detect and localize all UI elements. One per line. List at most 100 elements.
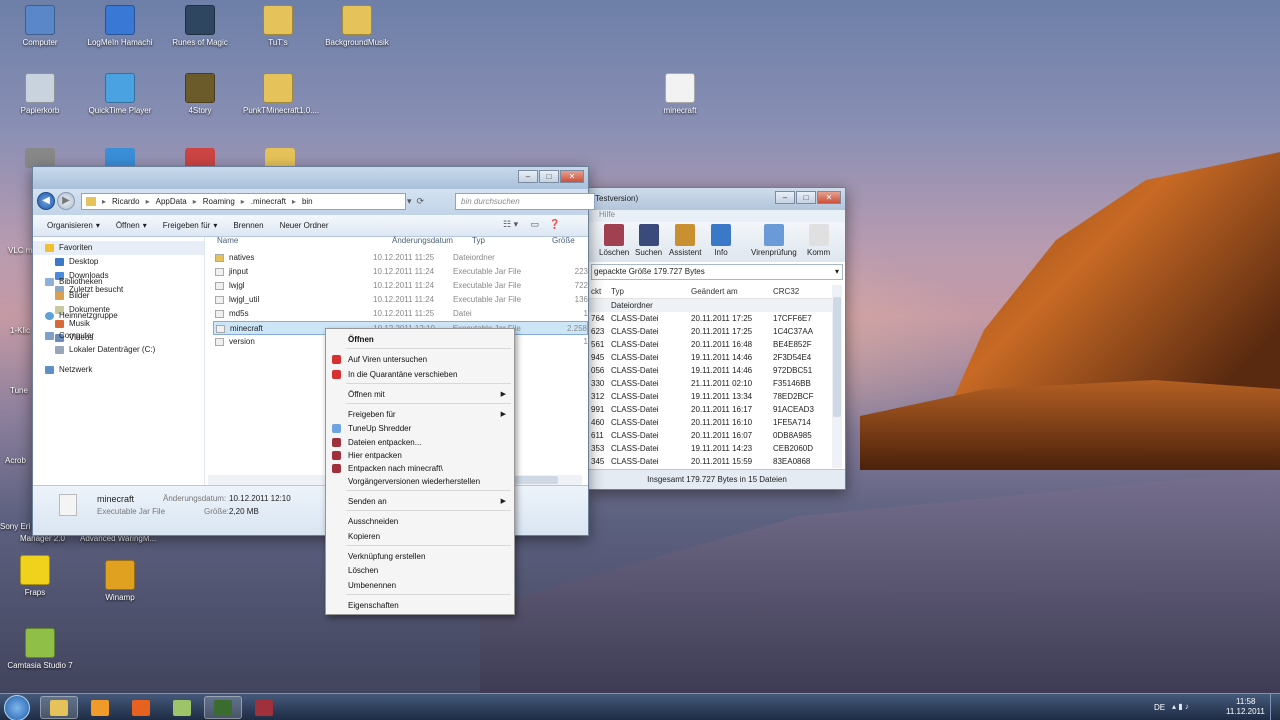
toolbar-button-3[interactable]: Brennen: [233, 221, 263, 230]
archiver-row[interactable]: 312 CLASS-Datei 19.11.2011 13:34 78ED2BCF: [589, 390, 829, 403]
desktop-partial-label[interactable]: Tune: [10, 386, 28, 395]
archiver-column-header[interactable]: Typ: [611, 287, 624, 296]
taskbar-app-notepad-folder[interactable]: [163, 696, 201, 719]
archiver-row[interactable]: 611 CLASS-Datei 20.11.2011 16:07 0DB8A985: [589, 429, 829, 442]
column-header[interactable]: Änderungsdatum: [392, 233, 453, 249]
clock-time[interactable]: 11:58: [1236, 697, 1255, 706]
taskbar-app-archiver[interactable]: [245, 696, 283, 719]
archiver-row[interactable]: 623 CLASS-Datei 20.11.2011 17:25 1C4C37AA: [589, 325, 829, 338]
clock-date[interactable]: 11.12.2011: [1226, 707, 1265, 716]
archiver-row[interactable]: 345 CLASS-Datei 20.11.2011 15:59 83EA0868: [589, 455, 829, 468]
desktop-icon-1[interactable]: LogMeIn Hamachi: [85, 5, 155, 47]
desktop-icon-11[interactable]: Winamp: [85, 560, 155, 602]
desktop-icon-8[interactable]: PunkTMinecraft1.0....: [243, 73, 319, 115]
desktop-icon-5[interactable]: Papierkorb: [5, 73, 75, 115]
file-row[interactable]: lwjgl_util 10.12.2011 11:24 Executable Jar…: [213, 293, 588, 307]
column-header[interactable]: Größe: [552, 233, 575, 249]
context-menu-item[interactable]: Eigenschaften: [348, 601, 399, 610]
taskbar-app-media-player[interactable]: [81, 696, 119, 719]
context-menu-item[interactable]: Verknüpfung erstellen: [348, 552, 425, 561]
desktop-icon-7[interactable]: 4Story: [165, 73, 235, 115]
archiver-row[interactable]: 991 CLASS-Datei 20.11.2011 16:17 91ACEAD3: [589, 403, 829, 416]
archiver-tool-button[interactable]: Komm: [807, 224, 830, 257]
archiver-tool-button[interactable]: Assistent: [669, 224, 701, 257]
forward-button[interactable]: ▶: [57, 192, 75, 210]
search-input[interactable]: bin durchsuchen: [455, 193, 595, 210]
context-menu-item[interactable]: In die Quarantäne verschieben: [348, 370, 457, 379]
desktop-icon-partial[interactable]: [265, 148, 295, 168]
archiver-tool-button[interactable]: Löschen: [599, 224, 629, 257]
nav-item[interactable]: Desktop: [33, 255, 204, 269]
archiver-column-header[interactable]: CRC32: [773, 287, 799, 296]
context-menu-item[interactable]: Öffnen mit: [348, 390, 385, 399]
context-menu-item[interactable]: Öffnen: [348, 335, 374, 344]
show-desktop-button[interactable]: [1270, 694, 1280, 720]
context-menu-item[interactable]: Kopieren: [348, 532, 380, 541]
breadcrumb-item[interactable]: bin: [302, 194, 313, 209]
archiver-row[interactable]: 056 CLASS-Datei 19.11.2011 14:46 972DBC51: [589, 364, 829, 377]
desktop-icon-partial[interactable]: [105, 148, 135, 168]
context-menu-item[interactable]: Auf Viren untersuchen: [348, 355, 427, 364]
archiver-menu[interactable]: Hilfe: [589, 210, 845, 222]
archiver-row[interactable]: 945 CLASS-Datei 19.11.2011 14:46 2F3D54E4: [589, 351, 829, 364]
taskbar-app-firefox[interactable]: [122, 696, 160, 719]
breadcrumb-item[interactable]: .minecraft: [251, 194, 286, 209]
nav-computer[interactable]: Computer: [33, 329, 204, 343]
file-row[interactable]: md5s 10.12.2011 11:25 Datei 1: [213, 307, 588, 321]
context-menu-item[interactable]: Entpacken nach minecraft\: [348, 464, 443, 473]
desktop-partial-label[interactable]: Acrob: [5, 456, 26, 465]
desktop-icon-2[interactable]: Runes of Magic: [165, 5, 235, 47]
breadcrumb-item[interactable]: Roaming: [203, 194, 235, 209]
archiver-row[interactable]: 330 CLASS-Datei 21.11.2011 02:10 F35146BB: [589, 377, 829, 390]
archiver-tool-button[interactable]: Info: [711, 224, 731, 257]
file-row[interactable]: natives 10.12.2011 11:25 Dateiordner: [213, 251, 588, 265]
archiver-column-header[interactable]: Geändert am: [691, 287, 738, 296]
back-button[interactable]: ◀: [37, 192, 55, 210]
file-row[interactable]: jinput 10.12.2011 11:24 Executable Jar Fil…: [213, 265, 588, 279]
view-options[interactable]: ☷ ▾ ▭ ❓: [503, 219, 583, 233]
archiver-column-header[interactable]: ckt: [591, 287, 601, 296]
nav-item[interactable]: Lokaler Datenträger (C:): [33, 343, 204, 357]
nav-network[interactable]: Netzwerk: [33, 363, 204, 377]
breadcrumb[interactable]: ▸ Ricardo ▸ AppData ▸ Roaming ▸ .minecraft ▸ bin: [81, 193, 406, 210]
start-button[interactable]: [4, 695, 30, 720]
context-menu-item[interactable]: Vorgängerversionen wiederherstellen: [348, 477, 480, 486]
breadcrumb-item[interactable]: Ricardo: [112, 194, 140, 209]
context-menu-item[interactable]: Umbenennen: [348, 581, 396, 590]
archiver-row[interactable]: 561 CLASS-Datei 20.11.2011 16:48 BE4E852F: [589, 338, 829, 351]
archiver-folder-row[interactable]: Dateiordner: [589, 299, 832, 312]
tray-icons[interactable]: ▴ ▮ ♪: [1172, 702, 1189, 711]
archiver-list[interactable]: ckt Typ Geändert am CRC32 Dateiordner 764 CL…: [589, 285, 832, 468]
archiver-vscroll[interactable]: [832, 285, 842, 468]
desktop-icon-12[interactable]: Camtasia Studio 7: [5, 628, 75, 670]
maximize-button[interactable]: □: [539, 170, 559, 183]
file-row[interactable]: lwjgl 10.12.2011 11:24 Executable Jar File…: [213, 279, 588, 293]
desktop-icon-10[interactable]: Fraps: [0, 555, 70, 597]
minimize-button[interactable]: –: [518, 170, 538, 183]
nav-favorites[interactable]: Favoriten: [33, 241, 204, 255]
toolbar-button-0[interactable]: Organisieren ▾: [47, 221, 100, 230]
minimize-button[interactable]: –: [775, 191, 795, 204]
language-indicator[interactable]: DE: [1154, 703, 1165, 712]
breadcrumb-item[interactable]: AppData: [156, 194, 187, 209]
context-menu-item[interactable]: Senden an: [348, 497, 387, 506]
toolbar-button-1[interactable]: Öffnen ▾: [116, 221, 147, 230]
archiver-path-bar[interactable]: gepackte Größe 179.727 Bytes ▾: [591, 264, 843, 280]
context-menu-item[interactable]: Ausschneiden: [348, 517, 398, 526]
taskbar-app-explorer[interactable]: [40, 696, 78, 719]
desktop-partial-label[interactable]: Sony Eri: [0, 522, 30, 531]
archiver-window[interactable]: Testversion) – □ ✕ Hilfe Löschen Suchen As…: [588, 187, 846, 490]
desktop-icon-4[interactable]: BackgroundMusik: [322, 5, 392, 47]
archiver-tool-button[interactable]: Suchen: [635, 224, 662, 257]
toolbar-button-4[interactable]: Neuer Ordner: [280, 221, 329, 230]
nav-homegroup[interactable]: Heimnetzgruppe: [33, 309, 204, 323]
archiver-row[interactable]: 353 CLASS-Datei 19.11.2011 14:23 CEB2060D: [589, 442, 829, 455]
desktop-icon-partial[interactable]: [185, 148, 215, 168]
archiver-row[interactable]: 460 CLASS-Datei 20.11.2011 16:10 1FE5A714: [589, 416, 829, 429]
context-menu-item[interactable]: Löschen: [348, 566, 378, 575]
taskbar-app-minecraft[interactable]: [204, 696, 242, 719]
archiver-row[interactable]: 764 CLASS-Datei 20.11.2011 17:25 17CFF6E7: [589, 312, 829, 325]
archiver-tool-button[interactable]: Virenprüfung: [751, 224, 797, 257]
desktop-partial-label[interactable]: 1-Klic: [10, 326, 30, 335]
close-button[interactable]: ✕: [817, 191, 841, 204]
